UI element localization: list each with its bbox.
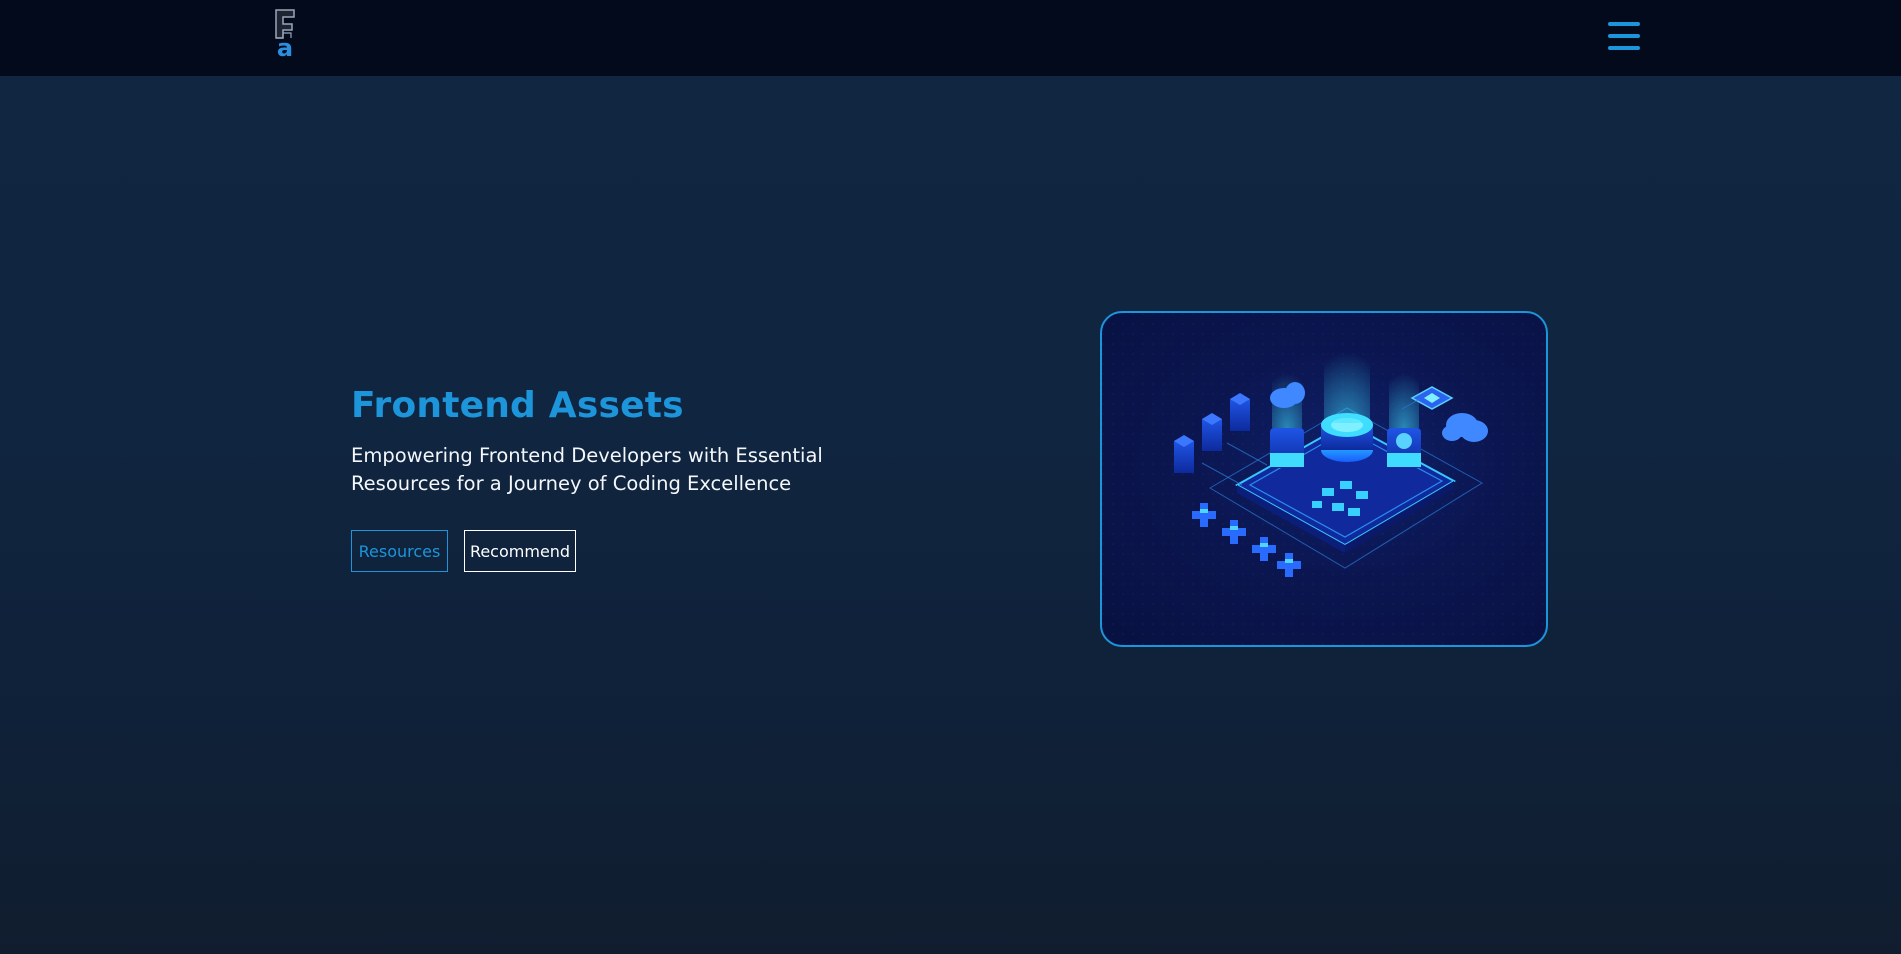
hero-button-row: Resources Recommend [351, 530, 576, 572]
hero-title: Frontend Assets [351, 385, 684, 426]
svg-text:a: a [277, 34, 293, 58]
isometric-tech-platform-illustration [1102, 313, 1546, 645]
hero-illustration-card [1100, 311, 1548, 647]
recommend-button[interactable]: Recommend [464, 530, 576, 572]
site-logo[interactable]: a [270, 6, 300, 62]
hero-subtitle: Empowering Frontend Developers with Esse… [351, 444, 823, 495]
hero-text-block: Frontend Assets Empowering Frontend Deve… [351, 380, 911, 498]
logo-icon: a [275, 9, 295, 62]
resources-button[interactable]: Resources [351, 530, 448, 572]
top-navigation-bar: a [0, 0, 1901, 76]
hamburger-menu-icon[interactable] [1608, 22, 1640, 50]
